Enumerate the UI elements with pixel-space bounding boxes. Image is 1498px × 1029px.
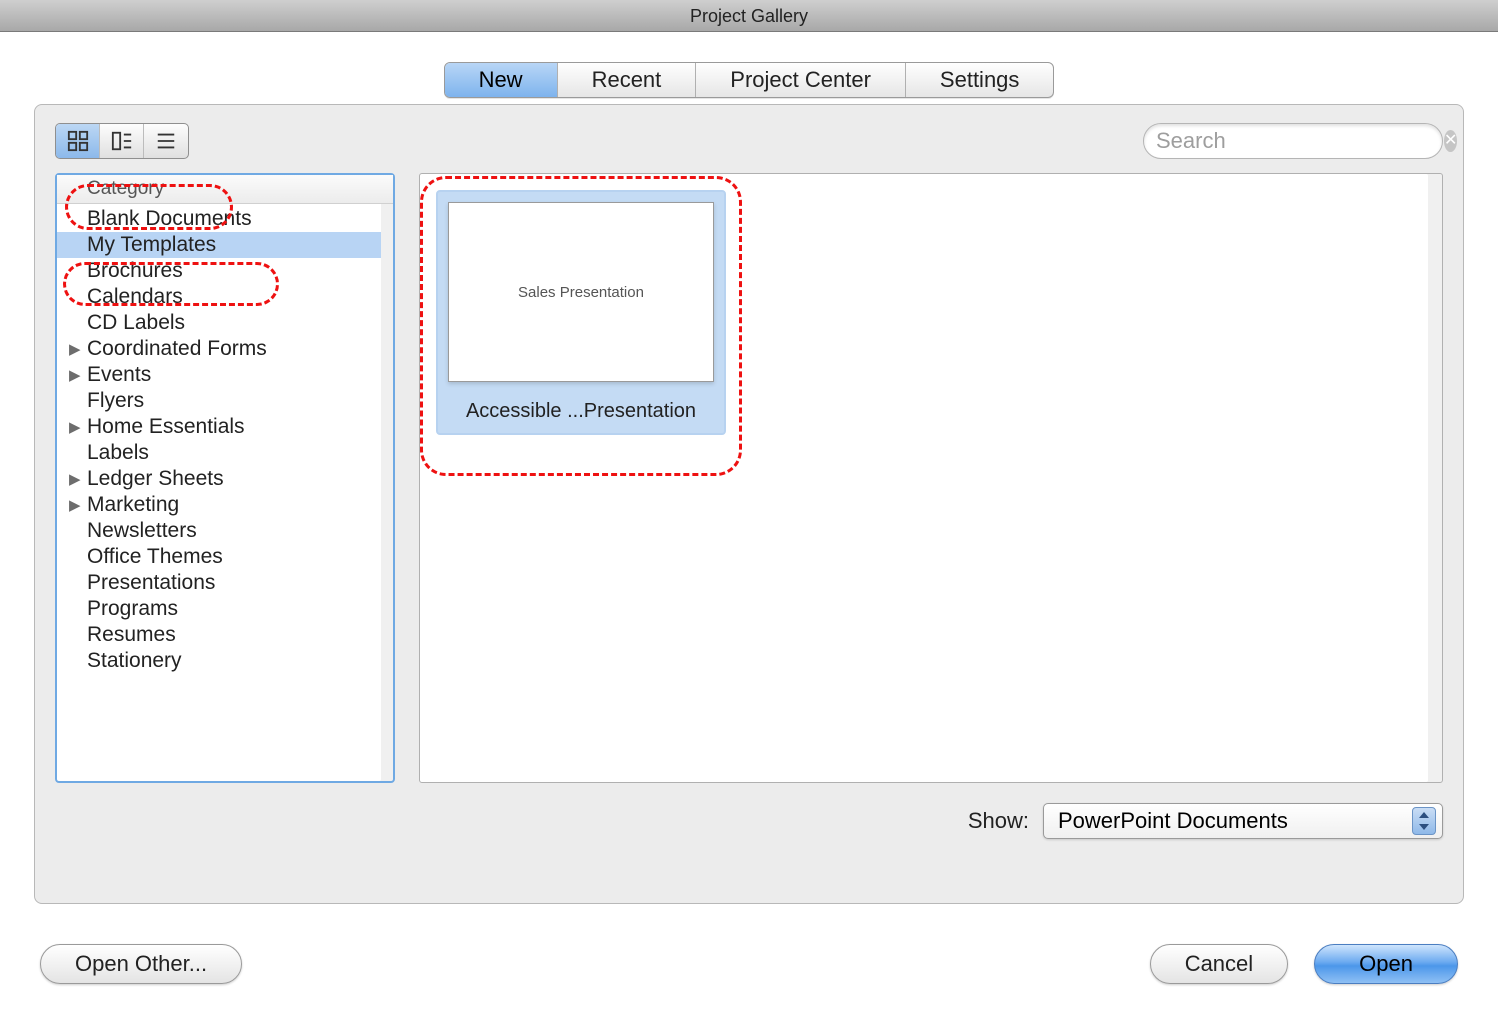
category-stationery[interactable]: Stationery	[57, 648, 381, 674]
view-list-icon[interactable]	[144, 124, 188, 158]
category-newsletters[interactable]: Newsletters	[57, 518, 381, 544]
template-thumb-text: Sales Presentation	[518, 284, 644, 301]
list-item-label: Blank Documents	[87, 207, 252, 231]
category-header[interactable]: Category	[57, 175, 393, 204]
category-list: Blank Documents My Templates Brochures C…	[57, 204, 381, 678]
cancel-button[interactable]: Cancel	[1150, 944, 1288, 984]
select-stepper-icon	[1412, 807, 1436, 835]
main-panel: ✕ Category Blank Documents My Templates …	[34, 104, 1464, 904]
category-flyers[interactable]: Flyers	[57, 388, 381, 414]
list-item-label: Programs	[87, 597, 178, 621]
tab-new[interactable]: New	[445, 63, 558, 97]
tab-project-center[interactable]: Project Center	[696, 63, 906, 97]
list-item-label: Calendars	[87, 285, 183, 309]
category-marketing[interactable]: ▶Marketing	[57, 492, 381, 518]
category-blank-documents[interactable]: Blank Documents	[57, 206, 381, 232]
category-brochures[interactable]: Brochures	[57, 258, 381, 284]
disclosure-icon: ▶	[69, 418, 87, 436]
category-events[interactable]: ▶Events	[57, 362, 381, 388]
category-cd-labels[interactable]: CD Labels	[57, 310, 381, 336]
open-other-button[interactable]: Open Other...	[40, 944, 242, 984]
show-label: Show:	[968, 808, 1029, 834]
disclosure-icon: ▶	[69, 470, 87, 488]
open-button[interactable]: Open	[1314, 944, 1458, 984]
disclosure-icon: ▶	[69, 496, 87, 514]
list-item-label: Newsletters	[87, 519, 197, 543]
category-office-themes[interactable]: Office Themes	[57, 544, 381, 570]
list-item-label: Presentations	[87, 571, 215, 595]
category-my-templates[interactable]: My Templates	[57, 232, 381, 258]
list-item-label: Flyers	[87, 389, 144, 413]
view-columns-icon[interactable]	[100, 124, 144, 158]
template-item[interactable]: Sales Presentation Accessible ...Present…	[436, 190, 726, 435]
list-item-label: Events	[87, 363, 151, 387]
show-selected-value: PowerPoint Documents	[1058, 808, 1288, 834]
window-title: Project Gallery	[690, 6, 808, 26]
view-mode-group	[55, 123, 189, 159]
list-item-label: Home Essentials	[87, 415, 245, 439]
tab-recent[interactable]: Recent	[558, 63, 697, 97]
list-item-label: Brochures	[87, 259, 183, 283]
view-grid-icon[interactable]	[56, 124, 100, 158]
disclosure-icon: ▶	[69, 340, 87, 358]
template-gallery: Sales Presentation Accessible ...Present…	[419, 173, 1443, 783]
list-item-label: My Templates	[87, 233, 216, 257]
category-ledger-sheets[interactable]: ▶Ledger Sheets	[57, 466, 381, 492]
list-item-label: Resumes	[87, 623, 176, 647]
clear-search-icon[interactable]: ✕	[1444, 130, 1457, 152]
category-labels[interactable]: Labels	[57, 440, 381, 466]
category-calendars[interactable]: Calendars	[57, 284, 381, 310]
category-home-essentials[interactable]: ▶Home Essentials	[57, 414, 381, 440]
list-item-label: Marketing	[87, 493, 179, 517]
list-item-label: Ledger Sheets	[87, 467, 224, 491]
tab-group: New Recent Project Center Settings	[444, 62, 1055, 98]
show-select[interactable]: PowerPoint Documents	[1043, 803, 1443, 839]
search-input[interactable]	[1156, 128, 1444, 154]
search-field[interactable]: ✕	[1143, 123, 1443, 159]
category-programs[interactable]: Programs	[57, 596, 381, 622]
list-item-label: Office Themes	[87, 545, 223, 569]
category-sidebar: Category Blank Documents My Templates Br…	[55, 173, 395, 783]
list-item-label: Labels	[87, 441, 149, 465]
list-item-label: Coordinated Forms	[87, 337, 267, 361]
window-titlebar: Project Gallery	[0, 0, 1498, 32]
template-label: Accessible ...Presentation	[448, 400, 714, 427]
category-resumes[interactable]: Resumes	[57, 622, 381, 648]
tab-settings[interactable]: Settings	[906, 63, 1054, 97]
list-item-label: CD Labels	[87, 311, 185, 335]
tab-bar: New Recent Project Center Settings	[34, 62, 1464, 98]
list-item-label: Stationery	[87, 649, 182, 673]
template-thumbnail: Sales Presentation	[448, 202, 714, 382]
category-coordinated-forms[interactable]: ▶Coordinated Forms	[57, 336, 381, 362]
category-presentations[interactable]: Presentations	[57, 570, 381, 596]
disclosure-icon: ▶	[69, 366, 87, 384]
